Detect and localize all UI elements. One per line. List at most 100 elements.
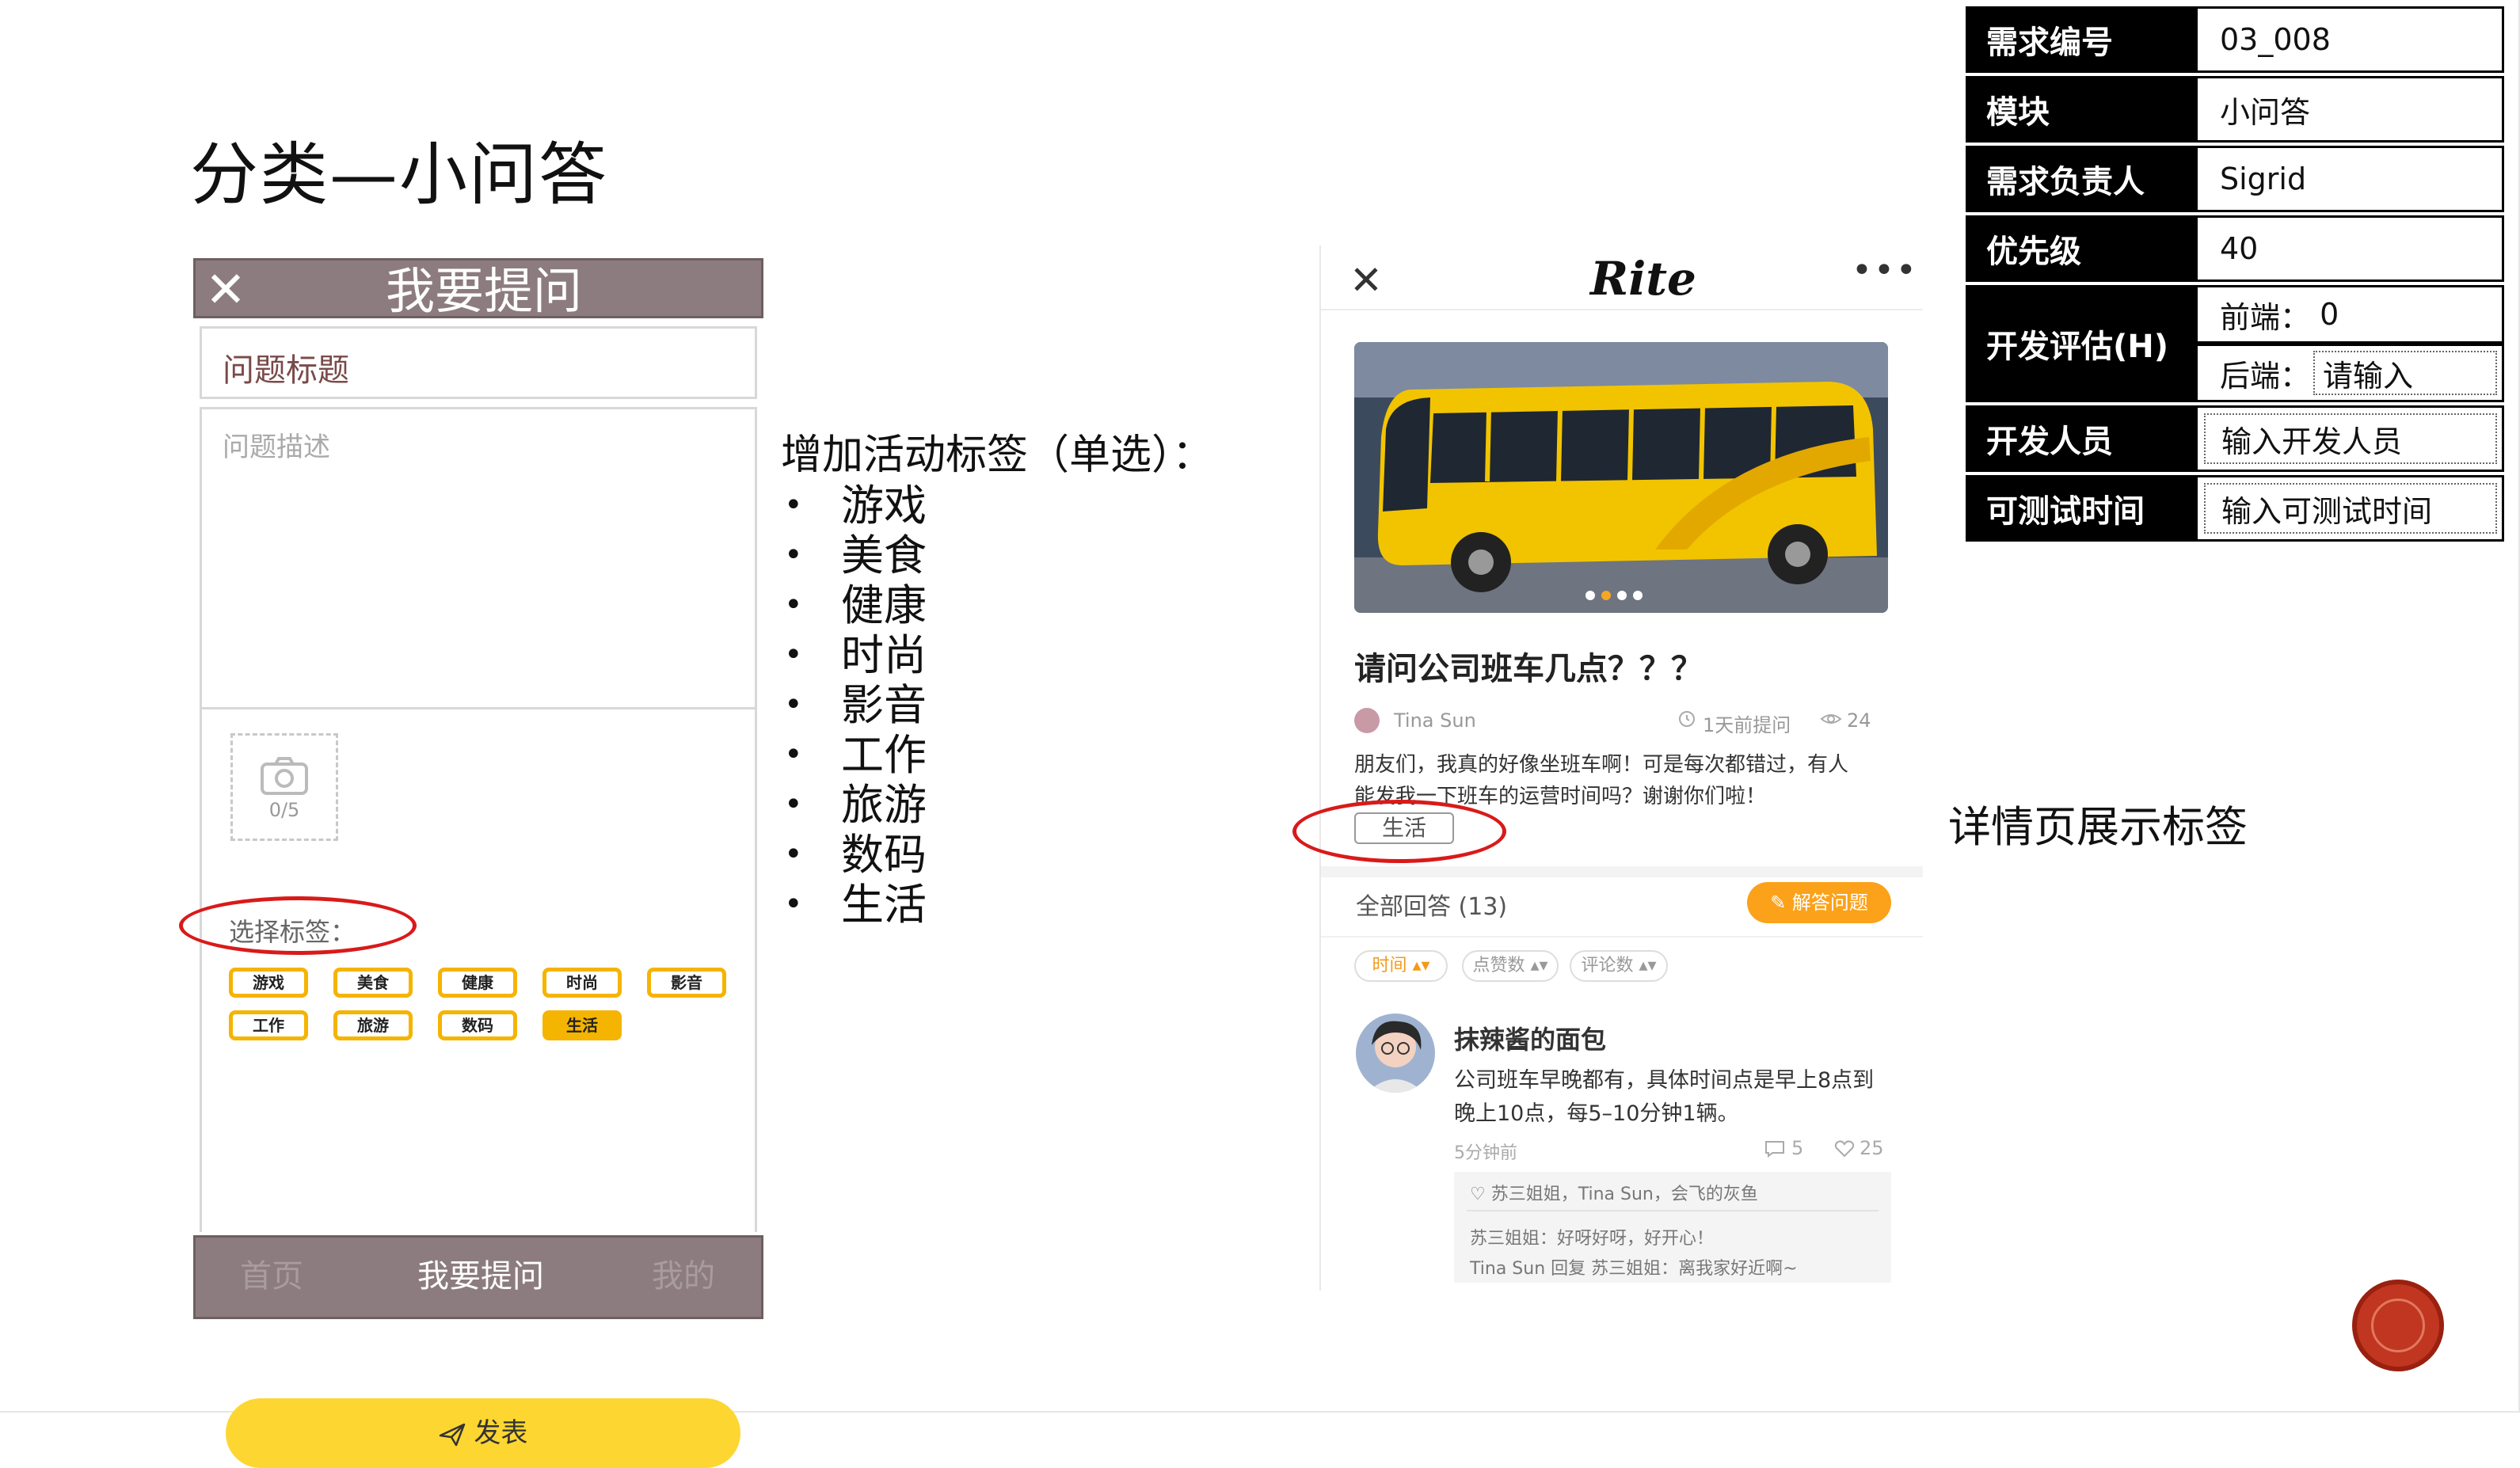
answerer-name[interactable]: 抹辣酱的面包	[1454, 1020, 1606, 1056]
tag-health[interactable]: 健康	[438, 968, 517, 998]
tag-list-heading: 增加活动标签（单选）：	[781, 432, 1214, 479]
question-description-input[interactable]: 问题描述	[200, 407, 757, 709]
table-value: 40	[2195, 215, 2504, 282]
sort-by-time[interactable]: 时间 ▴▾	[1354, 950, 1448, 982]
avatar[interactable]	[1356, 1014, 1435, 1093]
eye-icon	[1820, 714, 1842, 724]
slide-title: 分类—小问答	[190, 135, 608, 215]
backend-label: 后端：	[2220, 358, 2311, 394]
slide: 分类—小问答 ✕ 我要提问 问题标题 问题描述 0/5 选择标签： 游戏 美食 …	[0, 0, 2520, 1468]
list-item: • 工作	[784, 730, 927, 780]
send-icon	[439, 1423, 465, 1446]
list-item-label: 游戏	[841, 481, 927, 531]
table-value: Sigrid	[2195, 146, 2504, 212]
tag-game[interactable]: 游戏	[229, 968, 308, 998]
close-icon[interactable]: ✕	[205, 262, 246, 318]
table-key: 需求负责人	[1966, 146, 2195, 212]
backend-input[interactable]: 请输入	[2313, 351, 2498, 395]
backend-estimate: 后端： 请输入	[2195, 344, 2504, 402]
list-item-label: 生活	[841, 880, 927, 930]
list-item: • 健康	[784, 580, 927, 630]
list-item-label: 数码	[841, 830, 927, 880]
tag-life-selected[interactable]: 生活	[542, 1010, 622, 1040]
developer-input[interactable]: 输入开发人员	[2204, 413, 2497, 464]
reply-item[interactable]: 苏三姐姐：好呀好呀，好开心！	[1470, 1224, 1714, 1249]
list-item-label: 健康	[841, 580, 927, 630]
reply-item[interactable]: Tina Sun 回复 苏三姐姐：离我家好近啊~	[1470, 1254, 1798, 1280]
answer-body-line: 晚上10点，每5–10分钟1辆。	[1454, 1101, 1739, 1126]
answer-question-button[interactable]: ✎ 解答问题	[1747, 882, 1891, 923]
table-key: 可测试时间	[1966, 475, 2195, 542]
question-meta: Tina Sun 1天前提问 24	[1354, 706, 1893, 738]
tag-travel[interactable]: 旅游	[333, 1010, 413, 1040]
upload-count: 0/5	[268, 799, 300, 821]
table-row: 模块 小问答	[1966, 76, 2504, 146]
table-row: 需求编号 03_008	[1966, 6, 2504, 76]
nav-mine[interactable]: 我的	[652, 1257, 715, 1296]
sort-by-comments[interactable]: 评论数 ▴▾	[1570, 950, 1668, 982]
list-item-label: 美食	[841, 531, 927, 580]
table-key: 优先级	[1966, 215, 2195, 282]
like-count: 25	[1860, 1137, 1884, 1159]
answer-body: 公司班车早晚都有，具体时间点是早上8点到 晚上10点，每5–10分钟1辆。	[1454, 1064, 1898, 1131]
submit-button[interactable]: 发表	[226, 1398, 740, 1468]
avatar[interactable]	[1354, 708, 1380, 733]
list-item-label: 旅游	[841, 780, 927, 830]
clock-icon	[1679, 711, 1695, 727]
answer-body-line: 公司班车早晚都有，具体时间点是早上8点到	[1454, 1068, 1875, 1093]
list-item-label: 影音	[841, 680, 927, 730]
logo-inner-ring	[2371, 1299, 2425, 1352]
comment-count: 5	[1791, 1137, 1804, 1159]
tag-list-items: • 游戏 • 美食 • 健康 • 时尚 • 影音 • 工作 • 旅游 • 数码 • 生活	[781, 481, 1213, 930]
table-value: 03_008	[2195, 6, 2504, 73]
section-separator	[1321, 866, 1923, 877]
table-value: 输入开发人员	[2195, 405, 2504, 472]
table-value: 小问答	[2195, 76, 2504, 143]
more-icon[interactable]: •••	[1852, 250, 1918, 291]
tag-work[interactable]: 工作	[229, 1010, 308, 1040]
heart-icon[interactable]	[1834, 1140, 1855, 1158]
sort-label: 时间	[1372, 956, 1407, 975]
test-time-input[interactable]: 输入可测试时间	[2204, 483, 2497, 534]
list-item: • 时尚	[784, 630, 927, 680]
table-key: 需求编号	[1966, 6, 2195, 73]
reply-box: ♡ 苏三姐姐，Tina Sun，会飞的灰鱼 苏三姐姐：好呀好呀，好开心！ Tin…	[1454, 1172, 1891, 1283]
sort-label: 点赞数	[1472, 956, 1525, 975]
nav-ask[interactable]: 我要提问	[417, 1257, 544, 1296]
bottom-nav: 首页 我要提问 我的	[193, 1235, 763, 1319]
divider	[1467, 1210, 1879, 1211]
list-item: • 生活	[784, 880, 927, 930]
close-icon[interactable]: ✕	[1349, 257, 1383, 304]
tag-media[interactable]: 影音	[647, 968, 726, 998]
tag-digital[interactable]: 数码	[438, 1010, 517, 1040]
question-body-line: 朋友们，我真的好像坐班车啊！可是每次都错过，有人	[1354, 753, 1849, 777]
frontend-value[interactable]: 0	[2320, 297, 2339, 332]
liked-by-names: 苏三姐姐，Tina Sun，会飞的灰鱼	[1490, 1185, 1758, 1204]
divider	[1321, 936, 1923, 937]
divider	[1321, 309, 1923, 310]
table-row: 需求负责人 Sigrid	[1966, 146, 2504, 215]
question-title-placeholder: 问题标题	[223, 352, 349, 389]
list-item-label: 时尚	[841, 630, 927, 680]
image-upload-button[interactable]: 0/5	[230, 733, 338, 841]
bus-image	[1354, 342, 1888, 613]
liked-by: ♡ 苏三姐姐，Tina Sun，会飞的灰鱼	[1470, 1180, 1758, 1205]
requirements-table: 需求编号 03_008 模块 小问答 需求负责人 Sigrid 优先级 40 开…	[1966, 6, 2504, 545]
nav-home[interactable]: 首页	[240, 1257, 303, 1296]
question-title-input[interactable]: 问题标题	[200, 326, 757, 399]
question-title: 请问公司班车几点？？？	[1354, 651, 1703, 687]
list-item: • 旅游	[784, 780, 927, 830]
tag-list: 增加活动标签（单选）： • 游戏 • 美食 • 健康 • 时尚 • 影音 • 工作 • 旅游 …	[781, 421, 1213, 930]
brand-logo	[2352, 1280, 2444, 1371]
submit-label: 发表	[474, 1417, 528, 1449]
table-key: 开发评估(H)	[1966, 285, 2195, 402]
comment-icon[interactable]	[1764, 1140, 1785, 1158]
tag-fashion[interactable]: 时尚	[542, 968, 622, 998]
list-item: • 游戏	[784, 481, 927, 531]
sort-by-likes[interactable]: 点赞数 ▴▾	[1462, 950, 1559, 982]
frontend-label: 前端：	[2220, 299, 2311, 335]
tag-food[interactable]: 美食	[333, 968, 413, 998]
author-name[interactable]: Tina Sun	[1394, 709, 1476, 732]
sort-label: 评论数	[1581, 956, 1634, 975]
detail-page-mockup: ✕ Rite ••• 请问公司班车几点？？？ Tina Sun 1天前提问 24…	[1319, 245, 1923, 1291]
